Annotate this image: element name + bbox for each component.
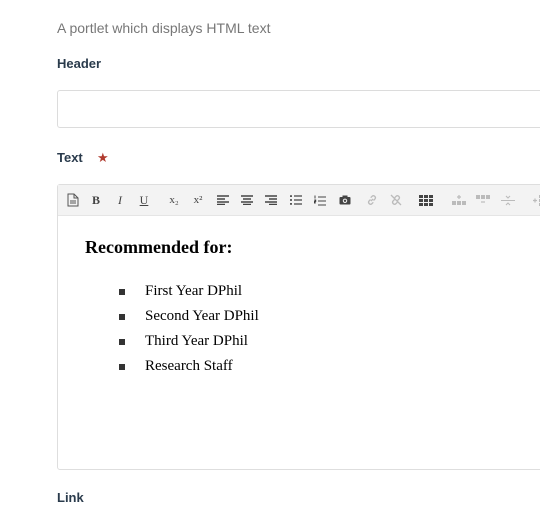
rich-text-editor[interactable]: B I U x₂ x² Recommended for: First Year … [57, 184, 540, 470]
content-heading: Recommended for: [85, 237, 233, 257]
list-item-text: Third Year DPhil [145, 333, 248, 349]
bulleted-list-icon[interactable] [288, 192, 304, 208]
image-icon[interactable] [337, 192, 353, 208]
source-icon[interactable] [65, 192, 81, 208]
subscript-icon: x₂ [169, 194, 179, 206]
insert-row-icon[interactable] [451, 192, 467, 208]
bullet-icon [119, 364, 125, 370]
table-icon[interactable] [418, 192, 434, 208]
bullet-icon [119, 289, 125, 295]
list-item-text: Second Year DPhil [145, 308, 259, 324]
subscript-button[interactable]: x₂ [166, 192, 182, 208]
list-item: Third Year DPhil [85, 329, 259, 354]
align-center-icon[interactable] [239, 192, 255, 208]
link-icon[interactable] [364, 192, 380, 208]
link-label: Link [57, 490, 84, 505]
required-star-icon: ★ [97, 150, 109, 165]
insert-column-icon[interactable] [532, 192, 540, 208]
delete-row-icon[interactable] [475, 192, 491, 208]
align-right-icon[interactable] [263, 192, 279, 208]
portlet-description: A portlet which displays HTML text [57, 20, 271, 36]
editor-content-area[interactable]: Recommended for: First Year DPhil Second… [85, 237, 259, 379]
italic-icon: I [118, 193, 122, 207]
editor-toolbar: B I U x₂ x² [58, 185, 540, 216]
list-item: Research Staff [85, 354, 259, 379]
bold-button[interactable]: B [88, 192, 104, 208]
list-item: Second Year DPhil [85, 304, 259, 329]
underline-button[interactable]: U [136, 192, 152, 208]
list-item-text: Research Staff [145, 358, 233, 374]
bullet-icon [119, 314, 125, 320]
bold-icon: B [91, 193, 100, 207]
align-left-icon[interactable] [215, 192, 231, 208]
horizontal-rule-icon[interactable] [500, 192, 516, 208]
header-label: Header [57, 56, 102, 71]
header-input[interactable] [57, 90, 540, 128]
italic-button[interactable]: I [112, 192, 128, 208]
superscript-button[interactable]: x² [190, 192, 206, 208]
underline-icon: U [139, 193, 149, 207]
portlet-edit-form: A portlet which displays HTML text Heade… [0, 0, 540, 521]
bullet-icon [119, 339, 125, 345]
superscript-icon: x² [193, 194, 203, 206]
list-item-text: First Year DPhil [145, 283, 243, 299]
list-item: First Year DPhil [85, 279, 259, 304]
content-bullet-list: First Year DPhil Second Year DPhil Third… [85, 279, 259, 379]
text-label: Text [57, 150, 83, 165]
numbered-list-icon[interactable] [312, 192, 328, 208]
unlink-icon[interactable] [388, 192, 404, 208]
